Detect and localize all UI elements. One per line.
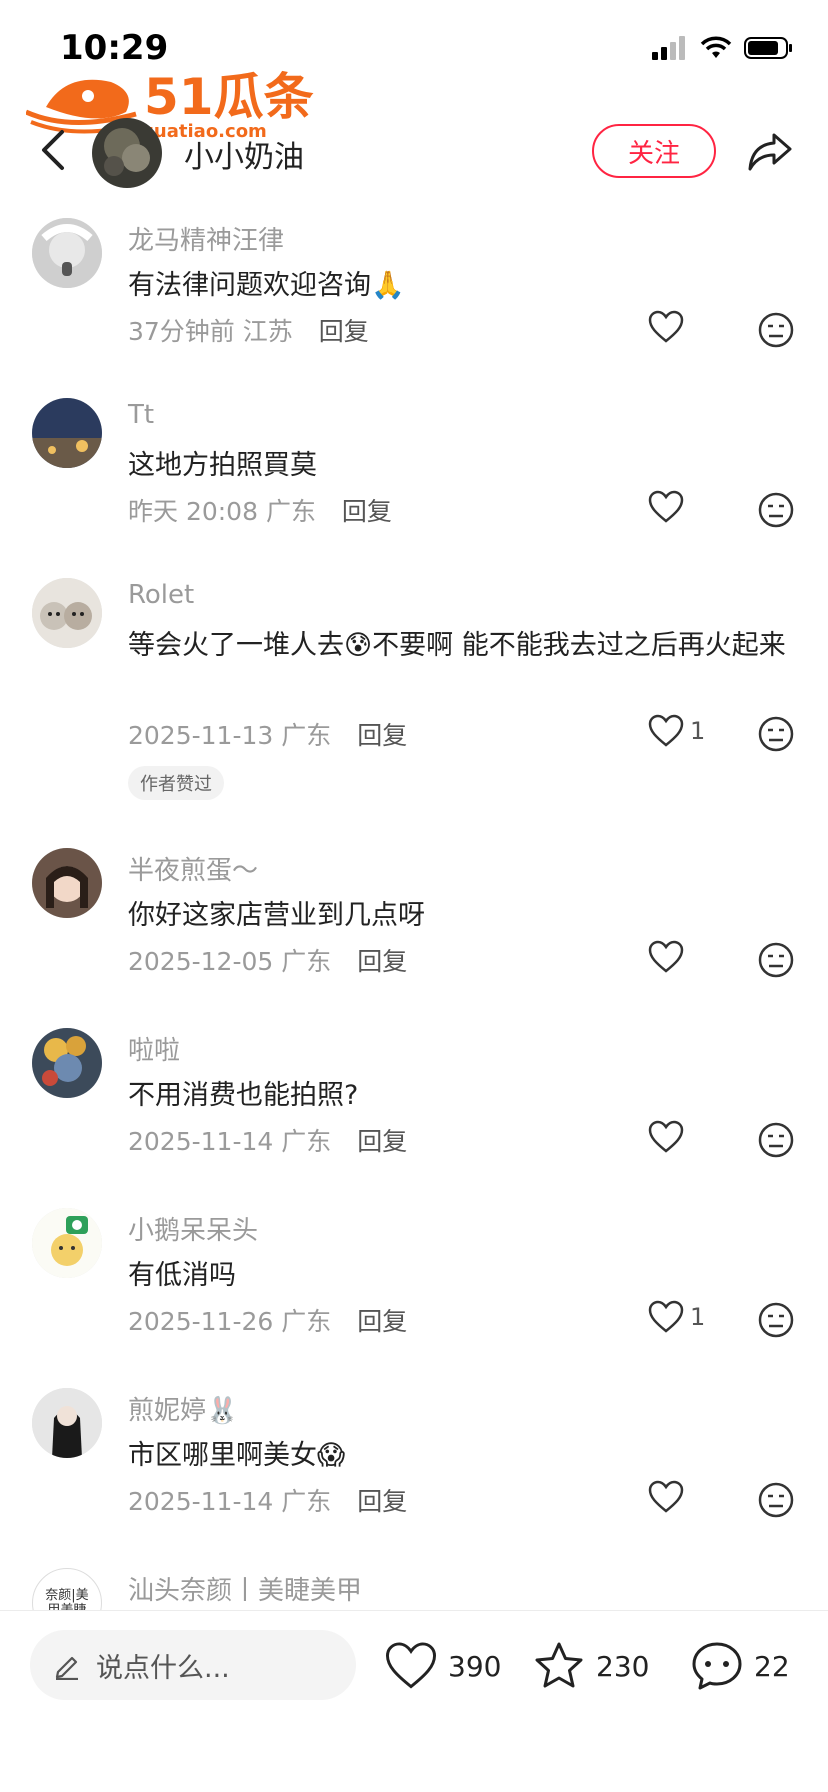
heart-icon [648,714,684,747]
comment-input-placeholder: 说点什么... [96,1652,230,1684]
follow-button[interactable]: 关注 [592,124,716,178]
comment-location: 广东 [265,497,316,526]
comment-time: 37分钟前 [128,317,235,346]
commenter-name[interactable]: 煎妮婷🐰 [128,1390,238,1427]
comment-location: 广东 [281,721,332,750]
comment-location: 江苏 [242,317,293,346]
comment-text: 这地方拍照買莫 [128,450,317,481]
commenter-avatar[interactable] [32,398,102,468]
like-button[interactable] [648,310,724,344]
commenter-name[interactable]: 半夜煎蛋～ [128,850,258,887]
like-button[interactable]: 1 [648,1300,724,1334]
comment-bubble-icon [692,1642,742,1690]
svg-text:51瓜条: 51瓜条 [144,68,314,126]
like-button[interactable]: 1 [648,714,724,748]
author-name[interactable]: 小小奶油 [184,132,304,176]
comment-time: 2025-11-13 [128,721,274,750]
heart-icon [648,490,684,523]
heart-icon [385,1642,437,1689]
comment-text: 市区哪里啊美女😱 [128,1440,346,1471]
wifi-icon [700,36,732,58]
comment-location: 广东 [281,1307,332,1336]
dislike-icon[interactable] [758,1122,794,1158]
reply-button[interactable]: 回复 [342,497,392,526]
comment-input[interactable]: 说点什么... [30,1630,356,1700]
like-count: 1 [690,717,706,745]
commenter-name[interactable]: 汕头奈颜丨美睫美甲 [128,1570,362,1607]
comment-text: 等会火了一堆人去😰不要啊 能不能我去过之后再火起来 [128,630,786,661]
status-icons [652,36,794,60]
commenter-name[interactable]: Tt [128,400,154,430]
dislike-icon[interactable] [758,1482,794,1518]
author-avatar[interactable] [92,118,162,188]
comment-meta: 2025-11-14 广东 回复 [128,1482,407,1518]
commenter-avatar[interactable] [32,1208,102,1278]
reply-button[interactable]: 回复 [357,721,407,750]
comment-meta: 2025-12-05 广东 回复 [128,942,407,978]
comment-meta: 37分钟前 江苏 回复 [128,312,369,348]
reply-button[interactable]: 回复 [357,1487,407,1516]
heart-icon [648,1300,684,1333]
commenter-avatar[interactable] [32,578,102,648]
comment-time: 2025-11-14 [128,1127,274,1156]
signal-icon [652,36,685,60]
heart-icon [648,310,684,343]
like-button[interactable] [648,490,724,524]
reply-button[interactable]: 回复 [319,317,369,346]
comment-text: 不用消费也能拍照? [128,1080,359,1111]
comment-time: 昨天 20:08 [128,497,258,526]
commenter-name[interactable]: 啦啦 [128,1030,180,1067]
dislike-icon[interactable] [758,312,794,348]
bottom-divider [0,1610,828,1611]
comment-meta: 2025-11-26 广东 回复 [128,1302,407,1338]
comment-text: 你好这家店营业到几点呀 [128,900,425,931]
dislike-icon[interactable] [758,716,794,752]
like-post-button[interactable]: 390 [384,1636,501,1696]
chevron-left-icon [42,130,64,170]
commenter-avatar[interactable] [32,848,102,918]
dislike-icon[interactable] [758,1302,794,1338]
like-count: 1 [690,1303,706,1331]
comment-location: 广东 [281,947,332,976]
commenter-name[interactable]: 龙马精神汪律 [128,220,284,257]
post-like-count: 390 [448,1649,502,1683]
star-icon [535,1642,583,1688]
commenter-name[interactable]: Rolet [128,580,194,610]
favorite-button[interactable]: 230 [532,1636,649,1696]
back-button[interactable] [30,122,76,178]
share-icon [748,133,792,171]
comment-text: 有法律问题欢迎咨询🙏 [128,270,405,301]
heart-icon [648,1120,684,1153]
comment-time: 2025-11-14 [128,1487,274,1516]
comment-time: 2025-12-05 [128,947,274,976]
dislike-icon[interactable] [758,942,794,978]
battery-icon [744,37,792,59]
favorite-count: 230 [596,1649,650,1683]
commenter-avatar[interactable] [32,218,102,288]
comment-count: 22 [754,1649,790,1683]
like-button[interactable] [648,940,724,974]
heart-icon [648,940,684,973]
pencil-icon [55,1656,78,1680]
comment-location: 广东 [281,1487,332,1516]
reply-button[interactable]: 回复 [357,1307,407,1336]
share-button[interactable] [742,124,798,180]
comment-count-button[interactable]: 22 [690,1636,790,1696]
commenter-avatar[interactable] [32,1028,102,1098]
comment-location: 广东 [281,1127,332,1156]
comment-meta: 昨天 20:08 广东 回复 [128,492,392,528]
author-liked-badge: 作者赞过 [128,766,224,800]
reply-button[interactable]: 回复 [357,947,407,976]
commenter-avatar[interactable] [32,1388,102,1458]
comment-time: 2025-11-26 [128,1307,274,1336]
comment-meta: 2025-11-14 广东 回复 [128,1122,407,1158]
comment-meta: 2025-11-13 广东 回复 [128,716,407,752]
commenter-name[interactable]: 小鹅呆呆头 [128,1210,258,1247]
reply-button[interactable]: 回复 [357,1127,407,1156]
like-button[interactable] [648,1480,724,1514]
comment-text: 有低消吗 [128,1260,236,1291]
like-button[interactable] [648,1120,724,1154]
dislike-icon[interactable] [758,492,794,528]
heart-icon [648,1480,684,1513]
